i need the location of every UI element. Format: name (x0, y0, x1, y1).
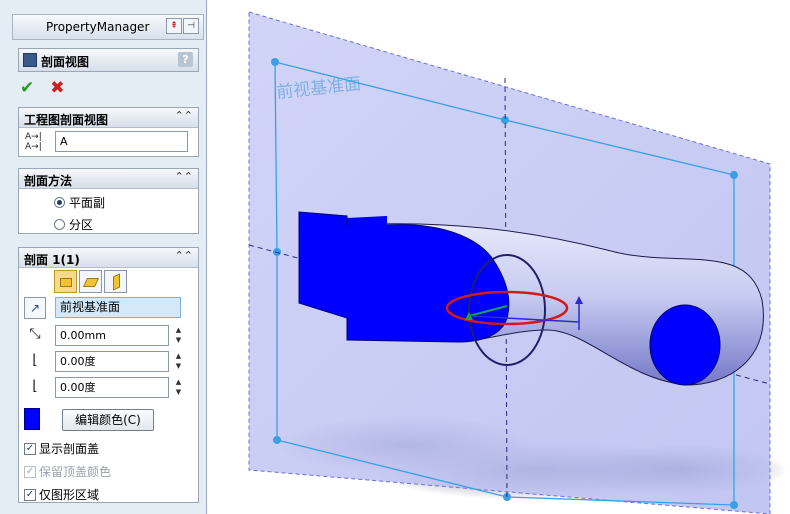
section-view-header: 剖面视图 ? (18, 48, 199, 72)
detach-icon[interactable]: ⊣ (183, 18, 199, 34)
offset-distance-input[interactable]: 0.00mm (55, 325, 169, 346)
section-label-input[interactable] (55, 131, 188, 152)
radio-button[interactable] (54, 219, 65, 230)
plane-top-icon (82, 278, 100, 287)
checkbox[interactable]: ✓ (24, 465, 36, 478)
checkbox-label: 仅图形区域 (39, 488, 100, 502)
rotate-x-icon: ⌊ (32, 352, 38, 368)
drawing-section-view-group: 工程图剖面视图 ⌃⌃ A→| A→| (18, 107, 199, 157)
section-view-icon (23, 53, 37, 67)
rotate-y-icon: ⌊ (32, 378, 38, 394)
graphics-viewport[interactable]: 前视基准面 (207, 0, 790, 514)
tube-end-cap (649, 304, 721, 386)
angle-y-spinner[interactable]: ▲ ▼ (171, 377, 186, 398)
radio-label: 平面副 (69, 196, 106, 210)
graphics-only-checkbox[interactable]: ✓ 仅图形区域 (24, 486, 99, 503)
plane-right-icon (113, 273, 120, 291)
checkbox[interactable]: ✓ (24, 488, 36, 501)
show-section-cap-checkbox[interactable]: ✓ 显示剖面盖 (24, 440, 99, 457)
checkbox[interactable]: ✓ (24, 442, 36, 455)
property-manager-panel: PropertyManager ⇞ ⊣ 剖面视图 ? ✔ ✖ 工程图剖面视图 ⌃… (0, 0, 207, 514)
group-title: 工程图剖面视图 (24, 113, 109, 127)
edit-color-button[interactable]: 编辑颜色(C) (62, 409, 154, 431)
panel-title: PropertyManager (46, 20, 150, 34)
collapse-icon[interactable]: ⌃⌃ (175, 109, 193, 122)
help-icon[interactable]: ? (178, 52, 193, 67)
checkbox-label: 保留顶盖颜色 (39, 465, 112, 479)
angle-y-input[interactable]: 0.00度 (55, 377, 169, 398)
right-plane-button[interactable] (104, 270, 127, 293)
feature-title: 剖面视图 (41, 55, 90, 69)
pin-icon[interactable]: ⇞ (166, 18, 182, 34)
cancel-button[interactable]: ✖ (50, 78, 64, 98)
reverse-direction-icon[interactable]: ↗ (24, 297, 46, 319)
keep-cap-color-checkbox[interactable]: ✓ 保留顶盖颜色 (24, 463, 111, 480)
front-plane-button[interactable] (54, 270, 77, 293)
ok-button[interactable]: ✔ (20, 78, 34, 98)
group-title: 剖面方法 (24, 174, 73, 188)
section-method-group: 剖面方法 ⌃⌃ 平面副 分区 (18, 168, 199, 234)
radio-label: 分区 (69, 218, 94, 232)
section-label-icon: A→| A→| (25, 132, 42, 152)
angle-x-spinner[interactable]: ▲ ▼ (171, 351, 186, 372)
offset-distance-icon: ⤡ (29, 326, 41, 342)
checkbox-label: 显示剖面盖 (39, 442, 100, 456)
plane-front-icon (60, 278, 72, 287)
offset-spinner[interactable]: ▲ ▼ (171, 325, 186, 346)
radio-button[interactable] (54, 197, 65, 208)
section-1-group: 剖面 1(1) ⌃⌃ ↗ 前视基准面 ⤡ 0.00mm ▲ ▼ ⌊ 0.00度 ▲… (18, 247, 199, 503)
collapse-icon[interactable]: ⌃⌃ (175, 249, 193, 262)
top-plane-button[interactable] (79, 270, 102, 293)
model-canvas[interactable]: 前视基准面 (207, 0, 790, 514)
panel-header: PropertyManager ⇞ ⊣ (12, 14, 204, 40)
section-color-swatch (24, 408, 40, 430)
reference-plane-field[interactable]: 前视基准面 (55, 297, 181, 318)
collapse-icon[interactable]: ⌃⌃ (175, 170, 193, 183)
radio-planar[interactable]: 平面副 (54, 194, 105, 211)
group-title: 剖面 1(1) (24, 253, 80, 267)
angle-x-input[interactable]: 0.00度 (55, 351, 169, 372)
radio-zonal[interactable]: 分区 (54, 216, 93, 233)
